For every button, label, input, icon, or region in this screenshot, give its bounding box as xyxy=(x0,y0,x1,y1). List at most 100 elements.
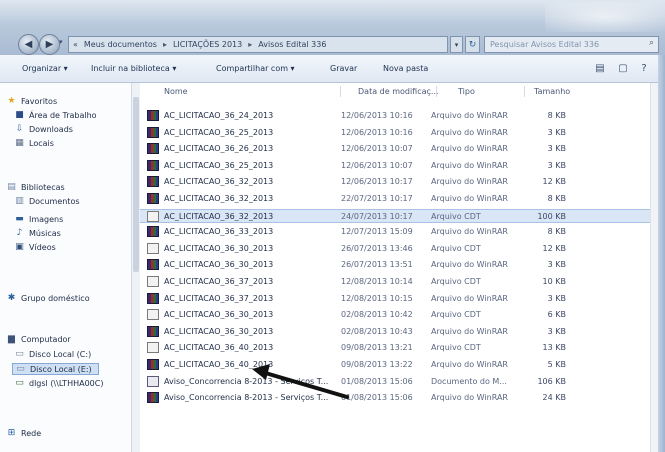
file-size: 13 KB xyxy=(542,343,566,353)
nav-computer[interactable]: ▆ Computador xyxy=(6,334,71,344)
file-type: Arquivo do WinRAR xyxy=(431,111,508,120)
file-date: 22/07/2013 10:17 xyxy=(341,194,413,203)
file-row[interactable]: AC_LICITACAO_36_33_2013 12/07/2013 15:09 A… xyxy=(140,225,650,239)
breadcrumb-my-documents[interactable]: Meus documentos xyxy=(84,40,157,49)
file-row[interactable]: AC_LICITACAO_36_25_2013 12/06/2013 10:16 A… xyxy=(140,126,650,140)
back-button[interactable]: ◀ xyxy=(18,34,39,55)
file-name: AC_LICITACAO_36_30_2013 xyxy=(164,326,274,336)
file-type: Arquivo do WinRAR xyxy=(431,177,508,187)
file-type: Arquivo do WinRAR xyxy=(431,326,508,336)
file-row[interactable]: AC_LICITACAO_36_32_2013 12/06/2013 10:17 A… xyxy=(140,175,650,189)
nav-music[interactable]: ♪ Músicas xyxy=(14,228,61,238)
nav-downloads[interactable]: ⇩ Downloads xyxy=(14,124,73,134)
file-row[interactable]: AC_LICITACAO_36_37_2013 12/08/2013 10:15 A… xyxy=(140,292,650,306)
file-row[interactable]: AC_LICITACAO_36_24_2013 12/06/2013 10:16 A… xyxy=(140,109,650,123)
nav-homegroup[interactable]: ✱ Grupo doméstico xyxy=(6,293,90,303)
file-size: 3 KB xyxy=(547,160,566,170)
file-row[interactable]: AC_LICITACAO_36_25_2013 12/06/2013 10:07 A… xyxy=(140,159,650,173)
cdt-file-icon xyxy=(147,309,159,321)
nav-desktop[interactable]: ■ Área de Trabalho xyxy=(14,110,96,120)
file-date: 12/08/2013 10:15 xyxy=(341,293,413,303)
file-date: 12/06/2013 10:07 xyxy=(341,144,413,154)
winrar-file-icon xyxy=(147,325,159,337)
file-name: AC_LICITACAO_36_37_2013 xyxy=(164,293,274,303)
preview-pane-icon[interactable]: ▢ xyxy=(616,62,630,75)
column-divider[interactable] xyxy=(524,86,525,97)
file-name: AC_LICITACAO_36_32_2013 xyxy=(164,211,274,221)
burn-button[interactable]: Gravar xyxy=(330,64,357,73)
nav-videos[interactable]: ▣ Vídeos xyxy=(14,242,56,252)
winrar-file-icon xyxy=(147,392,159,404)
nav-disk-c[interactable]: ▭ Disco Local (C:) xyxy=(14,349,91,359)
file-row[interactable]: AC_LICITACAO_36_30_2013 02/08/2013 10:42 A… xyxy=(140,308,650,322)
file-row[interactable]: AC_LICITACAO_36_30_2013 26/07/2013 13:46 A… xyxy=(140,242,650,256)
nav-recent-places[interactable]: ▦ Locais xyxy=(14,138,54,148)
file-size: 106 KB xyxy=(537,376,566,386)
share-with-button[interactable]: Compartilhar com ▾ xyxy=(216,64,295,73)
nav-disk-c-label: Disco Local (C:) xyxy=(29,349,92,359)
nav-network[interactable]: ⊞ Rede xyxy=(6,428,41,438)
column-divider[interactable] xyxy=(436,86,437,97)
breadcrumb-licitacoes[interactable]: LICITAÇÕES 2013 xyxy=(173,40,242,49)
forward-button[interactable]: ▶ xyxy=(39,34,60,55)
file-row[interactable]: AC_LICITACAO_36_37_2013 12/08/2013 10:14 A… xyxy=(140,275,650,289)
file-size: 3 KB xyxy=(547,293,566,303)
winrar-file-icon xyxy=(147,143,159,155)
network-icon: ⊞ xyxy=(7,428,16,438)
new-folder-button[interactable]: Nova pasta xyxy=(383,64,428,73)
column-header-name[interactable]: Nome xyxy=(164,87,188,96)
breadcrumb-avisos[interactable]: Avisos Edital 336 xyxy=(258,40,326,49)
hard-drive-icon: ▭ xyxy=(15,349,24,359)
address-bar[interactable]: « Meus documentos ▸ LICITAÇÕES 2013 ▸ Av… xyxy=(68,36,448,53)
file-type: Arquivo do WinRAR xyxy=(431,127,508,137)
address-dropdown-button[interactable]: ▾ xyxy=(450,36,463,53)
file-row[interactable]: Aviso_Concorrencia 8-2013 - Serviços T..… xyxy=(140,391,650,405)
nav-favorites[interactable]: ★ Favoritos xyxy=(6,96,57,106)
nav-disk-e[interactable]: ▭ Disco Local (E:) xyxy=(12,363,99,375)
nav-network-drive[interactable]: ▭ dlgsl (\\LTHHA00C) xyxy=(14,378,103,388)
images-icon: ▬ xyxy=(15,214,24,224)
nav-images[interactable]: ▬ Imagens xyxy=(14,214,63,224)
file-size: 12 KB xyxy=(542,243,566,253)
column-header-type[interactable]: Tipo xyxy=(458,87,475,96)
file-date: 26/07/2013 13:46 xyxy=(341,243,413,253)
view-options-icon[interactable]: ▤ xyxy=(593,62,607,75)
file-type: Arquivo do WinRAR xyxy=(431,144,508,154)
refresh-button[interactable]: ↻ xyxy=(465,36,480,53)
file-name: AC_LICITACAO_36_33_2013 xyxy=(164,227,274,237)
file-name: Aviso_Concorrencia 8-2013 - Serviços T..… xyxy=(164,376,329,386)
nav-scrollbar[interactable] xyxy=(131,83,140,452)
videos-icon: ▣ xyxy=(15,242,24,252)
file-row[interactable]: AC_LICITACAO_36_40_2013 09/08/2013 13:21 A… xyxy=(140,341,650,355)
file-name: AC_LICITACAO_36_30_2013 xyxy=(164,243,274,253)
file-date: 09/08/2013 13:22 xyxy=(341,360,413,369)
file-size: 3 KB xyxy=(547,127,566,137)
file-date: 02/08/2013 10:42 xyxy=(341,310,413,320)
column-header-date[interactable]: Data de modificaç... xyxy=(358,87,439,96)
chevron-down-icon: ▾ xyxy=(454,40,459,49)
file-row[interactable]: AC_LICITACAO_36_30_2013 02/08/2013 10:43 A… xyxy=(140,325,650,339)
file-row[interactable]: AC_LICITACAO_36_26_2013 12/06/2013 10:07 A… xyxy=(140,142,650,156)
column-divider[interactable] xyxy=(340,86,341,97)
recent-pages-button[interactable]: ▾ xyxy=(59,38,68,50)
nav-libraries[interactable]: ▤ Bibliotecas xyxy=(6,182,64,192)
breadcrumb-overflow[interactable]: « xyxy=(73,40,78,49)
organize-button[interactable]: Organizar ▾ xyxy=(22,64,68,73)
include-library-button[interactable]: Incluir na biblioteca ▾ xyxy=(91,64,176,73)
nav-documents[interactable]: ▥ Documentos xyxy=(14,196,79,206)
hard-drive-icon: ▭ xyxy=(16,364,25,374)
nav-recent-label: Locais xyxy=(29,138,54,148)
file-type: Arquivo do WinRAR xyxy=(431,194,508,203)
file-row[interactable]: AC_LICITACAO_36_40_2013 09/08/2013 13:22 A… xyxy=(140,358,650,372)
nav-scrollbar-thumb[interactable] xyxy=(133,97,139,272)
file-row[interactable]: AC_LICITACAO_36_32_2013 22/07/2013 10:17 A… xyxy=(140,192,650,206)
file-row[interactable]: AC_LICITACAO_36_32_2013 24/07/2013 10:17 A… xyxy=(140,208,650,223)
file-row[interactable]: AC_LICITACAO_36_30_2013 26/07/2013 13:51 A… xyxy=(140,258,650,272)
column-header-size[interactable]: Tamanho xyxy=(534,87,570,96)
file-row[interactable]: Aviso_Concorrencia 8-2013 - Serviços T..… xyxy=(140,375,650,389)
navigation-pane: ★ Favoritos ■ Área de Trabalho ⇩ Downloads … xyxy=(0,83,140,452)
help-icon[interactable]: ? xyxy=(637,62,651,75)
downloads-icon: ⇩ xyxy=(15,124,24,134)
computer-icon: ▆ xyxy=(8,334,15,344)
search-input[interactable]: Pesquisar Avisos Edital 336 ⌕ xyxy=(484,36,659,53)
